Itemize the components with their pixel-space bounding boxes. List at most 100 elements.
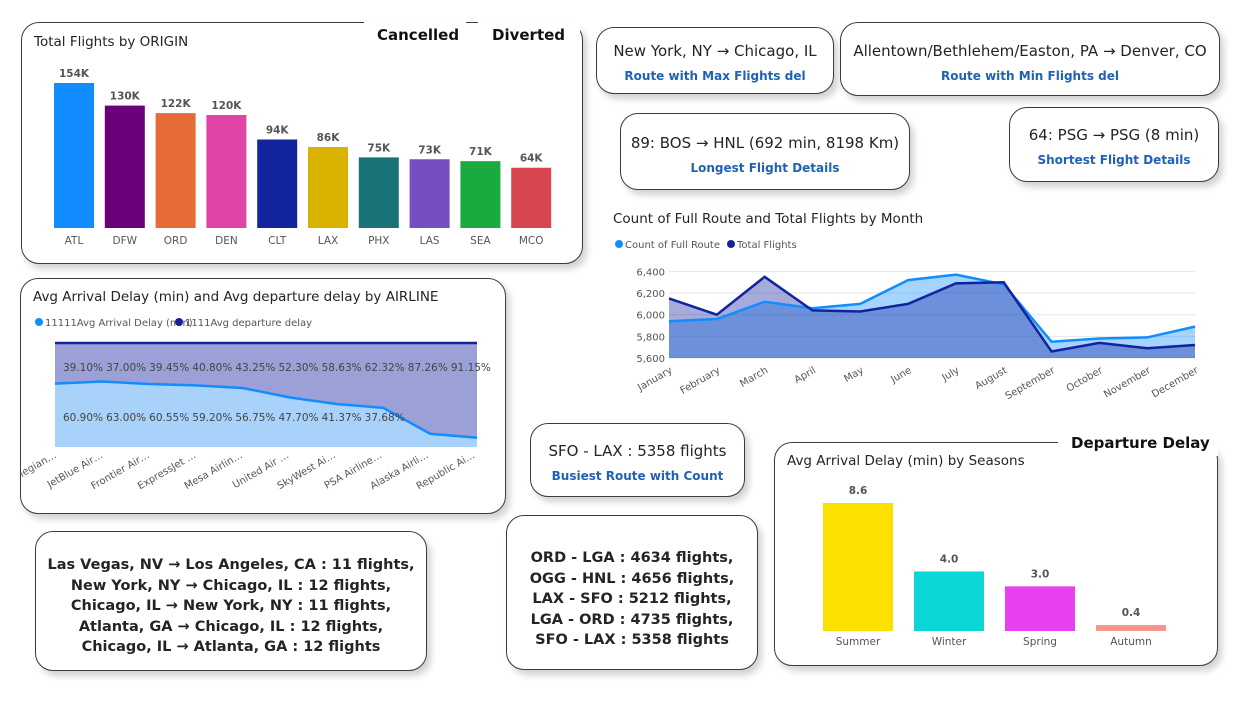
season-tick-label: Summer [836, 636, 881, 648]
origin-data-label: 73K [418, 144, 442, 156]
season-data-label: 4.0 [940, 553, 959, 565]
arrival-data-label: 60.90% [63, 412, 103, 424]
longest-flight-card: 89: BOS → HNL (692 min, 8198 Km) Longest… [620, 113, 910, 190]
busiest-route-label: Busiest Route with Count [551, 469, 724, 483]
origin-bar-chart: 154K ATL 130K DFW 122K ORD 120K DEN 94K CLT 86K LAX… [54, 68, 552, 247]
season-data-label: 8.6 [849, 485, 868, 497]
origin-bar [155, 113, 196, 228]
season-bar [823, 503, 893, 631]
departure-data-label: 58.63% [322, 362, 362, 374]
legend-label: 11111Avg Arrival Delay (min) [45, 318, 193, 329]
pair-list-line: SFO - LAX : 5358 flights [535, 632, 729, 648]
month-tick-label: February [678, 365, 722, 397]
season-tick-label: Winter [932, 636, 967, 648]
origin-tick-label: MCO [519, 235, 544, 247]
max-route-label: Route with Max Flights del [624, 69, 806, 83]
departure-delay-button[interactable]: Departure Delay [1071, 434, 1210, 452]
origin-tick-label: ATL [65, 235, 84, 247]
origin-tick-label: LAS [420, 235, 440, 247]
month-tick-label: November [1102, 365, 1153, 401]
pair-list: ORD - LGA : 4634 flights, OGG - HNL : 465… [507, 548, 757, 651]
season-data-label: 3.0 [1031, 568, 1050, 580]
route-list-line: Atlanta, GA → Chicago, IL : 12 flights, [78, 618, 384, 635]
longest-flight-label: Longest Flight Details [690, 161, 840, 175]
legend-label: Count of Full Route [625, 240, 720, 251]
max-route-card: New York, NY → Chicago, IL Route with Ma… [596, 27, 834, 94]
route-list-line: New York, NY → Chicago, IL : 12 flights, [70, 577, 392, 594]
origin-bar [308, 147, 348, 228]
arrival-data-label: 59.20% [192, 412, 232, 424]
departure-data-label: 87.26% [408, 362, 448, 374]
origin-data-label: 122K [161, 98, 192, 110]
monthly-chart-title: Count of Full Route and Total Flights by… [613, 211, 924, 227]
origin-bar [54, 83, 94, 228]
origin-bar [511, 167, 552, 228]
min-route-label: Route with Min Flights del [941, 69, 1119, 83]
departure-data-label: 62.32% [365, 362, 405, 374]
pair-list-line: LGA - ORD : 4735 flights, [530, 611, 734, 628]
origin-data-label: 154K [59, 68, 90, 80]
shortest-flight-value: 64: PSG → PSG (8 min) [1028, 126, 1200, 144]
origin-data-label: 86K [317, 132, 341, 144]
route-list-line: Las Vegas, NV → Los Angeles, CA : 11 fli… [47, 557, 415, 573]
month-tick-label: June [888, 365, 913, 386]
y-tick-label: 5,800 [636, 332, 665, 343]
origin-data-label: 71K [469, 146, 493, 158]
route-list-line: Chicago, IL → Atlanta, GA : 12 flights [81, 639, 381, 655]
month-tick-label: September [1004, 365, 1058, 403]
seasons-bar-chart: 8.6 Summer 4.0 Winter 3.0 Spring 0.4 Autumn [823, 485, 1166, 648]
monthly-area-chart: 5,600 5,800 6,000 6,200 6,400 Count of Full R… [615, 240, 1201, 403]
month-tick-label: August [973, 365, 1009, 392]
season-bar [914, 571, 984, 631]
y-tick-label: 5,600 [636, 354, 665, 365]
airline-chart-card: Avg Arrival Delay (min) and Avg departur… [20, 278, 506, 514]
origin-tick-label: CLT [268, 235, 287, 247]
season-bar [1096, 625, 1166, 631]
month-tick-label: July [939, 365, 961, 384]
origin-bar [257, 139, 298, 228]
origin-bar [104, 105, 145, 228]
route-list-card: Las Vegas, NV → Los Angeles, CA : 11 fli… [35, 531, 427, 671]
departure-data-label: 43.25% [235, 362, 275, 374]
season-tick-label: Autumn [1110, 636, 1152, 648]
legend-label: 1111Avg departure delay [185, 318, 312, 329]
origin-bar [460, 161, 501, 228]
max-route-value: New York, NY → Chicago, IL [613, 42, 817, 60]
route-list: Las Vegas, NV → Los Angeles, CA : 11 fli… [36, 555, 426, 658]
y-tick-label: 6,000 [636, 311, 665, 322]
busiest-route-value: SFO - LAX : 5358 flights [548, 442, 727, 460]
origin-data-label: 94K [266, 124, 290, 136]
month-tick-label: October [1065, 365, 1106, 395]
departure-data-label: 52.30% [278, 362, 318, 374]
month-tick-label: May [842, 365, 865, 385]
diverted-button[interactable]: Diverted [492, 26, 565, 44]
shortest-flight-card: 64: PSG → PSG (8 min) Shortest Flight De… [1009, 107, 1219, 182]
pair-list-line: ORD - LGA : 4634 flights, [530, 550, 734, 566]
origin-data-label: 130K [110, 91, 141, 103]
pair-list-card: ORD - LGA : 4634 flights, OGG - HNL : 465… [506, 515, 758, 670]
origin-tick-label: PHX [368, 235, 389, 247]
origin-tick-label: ORD [164, 235, 188, 247]
arrival-data-label: 37.68% [365, 412, 405, 424]
arrival-data-label: 56.75% [235, 412, 275, 424]
airline-area-chart: 11111Avg Arrival Delay (min)1111Avg depa… [21, 318, 491, 492]
shortest-flight-label: Shortest Flight Details [1037, 153, 1191, 167]
departure-data-label: 91.15% [451, 362, 491, 374]
cancelled-button[interactable]: Cancelled [377, 26, 459, 44]
arrival-data-label: 47.70% [278, 412, 318, 424]
origin-data-label: 64K [520, 153, 544, 165]
origin-data-label: 120K [211, 100, 242, 112]
origin-bar [358, 157, 399, 228]
arrival-data-label: 41.37% [322, 412, 362, 424]
origin-tick-label: SEA [470, 235, 491, 247]
season-data-label: 0.4 [1122, 607, 1141, 619]
origin-tick-label: DEN [215, 235, 238, 247]
season-bar [1005, 586, 1075, 631]
y-tick-label: 6,400 [636, 267, 665, 278]
busiest-route-card: SFO - LAX : 5358 flights Busiest Route w… [530, 423, 745, 497]
seasons-chart-card: Avg Arrival Delay (min) by Seasons 8.6 Su… [774, 442, 1218, 666]
month-tick-label: April [793, 365, 818, 386]
y-tick-label: 6,200 [636, 289, 665, 300]
origin-bar [206, 115, 247, 228]
min-route-value: Allentown/Bethlehem/Easton, PA → Denver,… [853, 42, 1207, 60]
